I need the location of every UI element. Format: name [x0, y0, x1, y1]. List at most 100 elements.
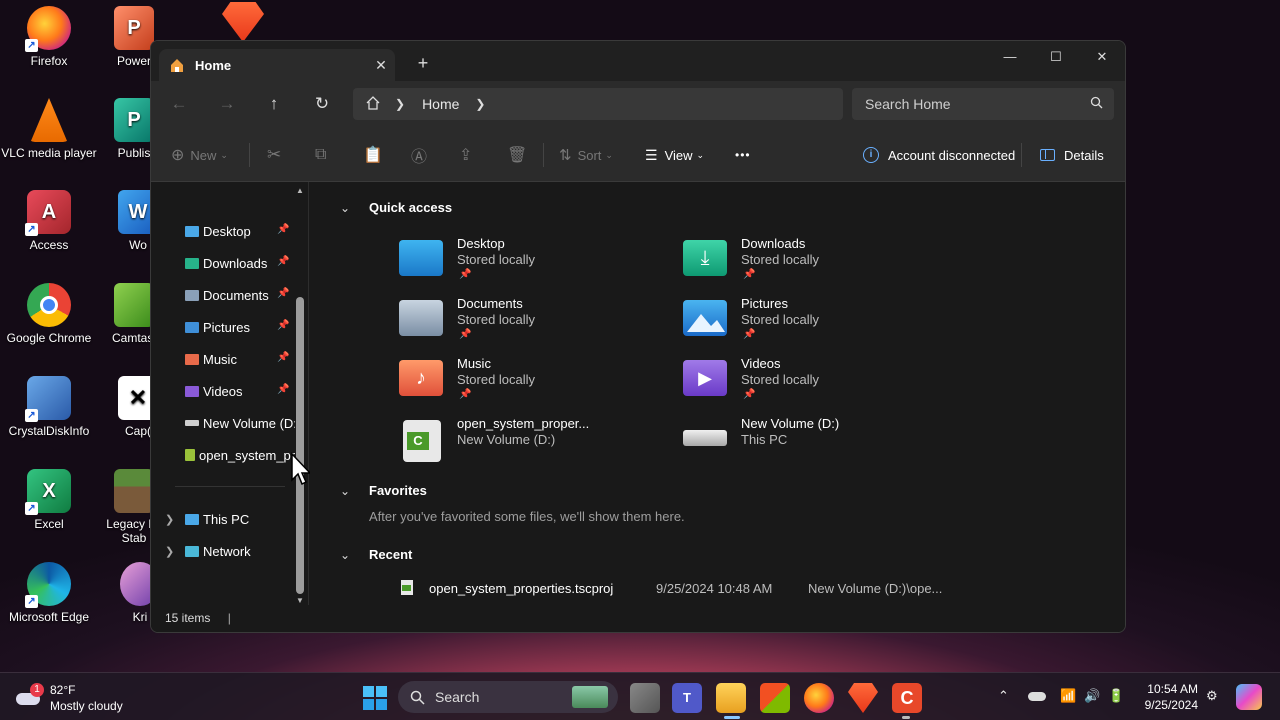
- new-button[interactable]: ⊕ New ⌄: [171, 141, 228, 169]
- sidebar-item-label: Network: [203, 543, 251, 559]
- desktop-icon-chrome[interactable]: Google Chrome: [1, 283, 97, 345]
- minimize-button[interactable]: —: [987, 45, 1033, 69]
- breadcrumb-home[interactable]: Home: [422, 96, 459, 112]
- quick-access-item-videos[interactable]: ▶ Videos Stored locally 📌: [683, 356, 943, 412]
- breadcrumb-separator-icon[interactable]: ❯: [395, 97, 405, 111]
- chevron-right-icon[interactable]: ❯: [165, 513, 174, 526]
- desktop-icon-excel[interactable]: X ↗ Excel: [1, 469, 97, 531]
- more-options-button[interactable]: •••: [735, 141, 751, 169]
- rename-icon[interactable]: Ⓐ: [411, 141, 427, 169]
- home-breadcrumb-icon[interactable]: [365, 95, 383, 114]
- quick-access-item-desktop[interactable]: Desktop Stored locally 📌: [399, 236, 659, 292]
- scroll-down-icon[interactable]: ▼: [296, 596, 304, 605]
- address-bar[interactable]: ❯ Home ❯: [353, 88, 843, 120]
- close-tab-icon[interactable]: ✕: [367, 57, 395, 74]
- account-status-button[interactable]: i Account disconnected: [863, 141, 1015, 169]
- view-button[interactable]: ☰ View ⌄: [645, 141, 704, 169]
- volume-icon[interactable]: 🔊: [1084, 688, 1100, 704]
- active-app-indicator: [724, 716, 740, 719]
- chevron-down-icon: ⌄: [340, 200, 351, 215]
- search-box[interactable]: Search Home: [852, 88, 1114, 120]
- notification-settings-icon[interactable]: ⚙: [1206, 688, 1218, 704]
- desktop-icon-crystaldiskinfo[interactable]: ↗ CrystalDiskInfo: [1, 376, 97, 438]
- section-title: Favorites: [369, 483, 427, 498]
- firefox-taskbar-icon[interactable]: [804, 683, 834, 713]
- desktop-icon-edge[interactable]: ↗ Microsoft Edge: [1, 562, 97, 624]
- quick-access-item-pictures[interactable]: Pictures Stored locally 📌: [683, 296, 943, 352]
- copilot-icon[interactable]: [1236, 684, 1262, 710]
- scrollbar-thumb[interactable]: [296, 297, 304, 594]
- chevron-down-icon: ⌄: [220, 149, 228, 160]
- sidebar-item-label: This PC: [203, 511, 250, 527]
- notification-badge: 1: [30, 683, 44, 697]
- refresh-icon[interactable]: ↻: [308, 91, 336, 117]
- tab-title: Home: [195, 57, 232, 73]
- music-folder-icon: ♪: [399, 360, 443, 396]
- share-icon[interactable]: ⇪: [459, 141, 472, 169]
- quick-access-header[interactable]: ⌄ Quick access: [340, 200, 452, 215]
- weather-widget[interactable]: 1 82°F Mostly cloudy: [14, 679, 123, 714]
- tab-home[interactable]: Home ✕: [159, 49, 395, 81]
- item-name: Pictures: [741, 296, 788, 311]
- sidebar-item-network[interactable]: Network: [185, 539, 295, 563]
- cut-icon[interactable]: ✂: [267, 141, 281, 169]
- sidebar-scrollbar[interactable]: ▲ ▼: [293, 182, 307, 607]
- paste-icon[interactable]: 📋: [363, 141, 383, 169]
- desktop-icon-vlc[interactable]: VLC media player: [1, 98, 97, 160]
- back-arrow-icon[interactable]: ←: [165, 91, 193, 117]
- desktop-icon-label: VLC media player: [1, 146, 97, 160]
- sort-button[interactable]: ⇅ Sort ⌄: [559, 141, 613, 169]
- brave-taskbar-icon[interactable]: [848, 683, 878, 713]
- item-name: New Volume (D:): [741, 416, 840, 431]
- favorites-header[interactable]: ⌄ Favorites: [340, 483, 427, 498]
- details-button[interactable]: Details: [1040, 141, 1104, 169]
- up-arrow-icon[interactable]: ↑: [260, 91, 288, 117]
- desktop-icon-label: Access: [29, 238, 69, 252]
- sidebar-item-project-file[interactable]: open_system_proj: [185, 443, 295, 467]
- title-bar: Home ✕ + — ☐ ✕: [151, 41, 1125, 81]
- pin-icon: 📌: [277, 288, 290, 299]
- recent-file-name: open_system_properties.tscproj: [429, 581, 614, 596]
- close-button[interactable]: ✕: [1079, 45, 1125, 69]
- task-view-icon[interactable]: [630, 683, 660, 713]
- delete-icon[interactable]: 🗑: [507, 141, 527, 169]
- search-placeholder: Search Home: [865, 96, 951, 112]
- new-tab-button[interactable]: +: [411, 53, 435, 74]
- recent-header[interactable]: ⌄ Recent: [340, 547, 412, 562]
- clock[interactable]: 10:54 AM 9/25/2024: [1130, 681, 1198, 713]
- onedrive-cloud-icon[interactable]: [1028, 692, 1046, 701]
- maximize-button[interactable]: ☐: [1033, 45, 1079, 69]
- pin-icon: 📌: [743, 389, 756, 400]
- microsoft-store-icon[interactable]: [760, 683, 790, 713]
- copy-icon[interactable]: ⧉: [315, 141, 326, 169]
- wifi-icon[interactable]: 📶: [1060, 688, 1076, 704]
- camtasia-taskbar-icon[interactable]: C: [892, 683, 922, 713]
- desktop: ↗ Firefox VLC media player A ↗ Access Goo…: [0, 0, 264, 680]
- chevron-right-icon[interactable]: ❯: [165, 545, 174, 558]
- desktop-icon-access[interactable]: A ↗ Access: [1, 190, 97, 252]
- teams-icon[interactable]: T: [672, 683, 702, 713]
- desktop-icon-firefox[interactable]: ↗ Firefox: [1, 6, 97, 68]
- quick-access-item-downloads[interactable]: ⤓ Downloads Stored locally 📌: [683, 236, 943, 292]
- downloads-folder-icon: ⤓: [683, 240, 727, 276]
- chevron-down-icon: ⌄: [605, 149, 613, 160]
- quick-access-item-documents[interactable]: Documents Stored locally 📌: [399, 296, 659, 352]
- quick-access-item-new-volume[interactable]: New Volume (D:) This PC: [683, 416, 943, 472]
- file-explorer-taskbar-icon[interactable]: [716, 683, 746, 713]
- sidebar-item-new-volume[interactable]: New Volume (D:): [185, 411, 295, 435]
- breadcrumb-separator-icon[interactable]: ❯: [475, 97, 485, 111]
- start-button[interactable]: [360, 683, 390, 713]
- table-row[interactable]: open_system_properties.tscproj 9/25/2024…: [369, 574, 969, 602]
- search-icon: [410, 690, 425, 705]
- desktop-icon-label: Google Chrome: [6, 331, 92, 345]
- brave-icon[interactable]: [222, 2, 264, 42]
- quick-access-item-music[interactable]: ♪ Music Stored locally 📌: [399, 356, 659, 412]
- scroll-up-icon[interactable]: ▲: [296, 186, 304, 195]
- taskbar-search[interactable]: Search: [398, 681, 618, 713]
- quick-access-item-project-file[interactable]: C open_system_proper... New Volume (D:): [399, 416, 659, 472]
- chevron-up-icon[interactable]: ⌃: [998, 688, 1009, 704]
- forward-arrow-icon[interactable]: →: [213, 91, 241, 117]
- battery-icon[interactable]: 🔋: [1108, 688, 1124, 704]
- sidebar-item-this-pc[interactable]: This PC: [185, 507, 295, 531]
- firefox-icon: ↗: [25, 6, 71, 52]
